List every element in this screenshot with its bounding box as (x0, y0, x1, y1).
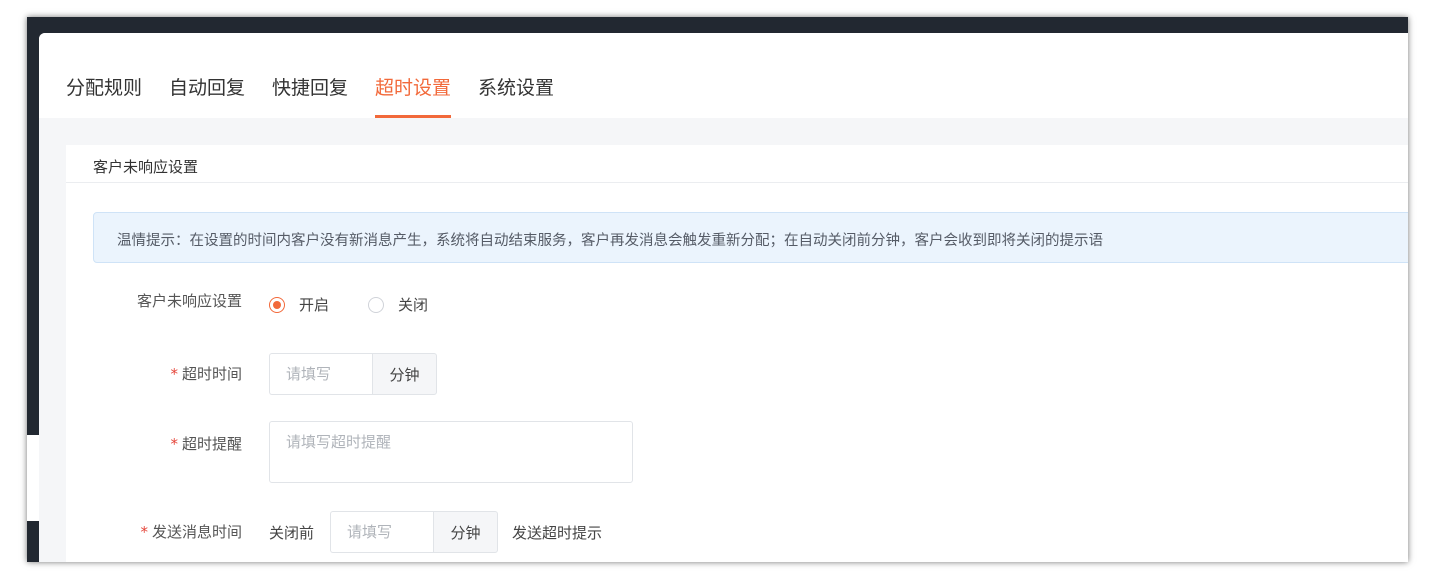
radio-on-label: 开启 (299, 296, 330, 314)
tab-auto-reply[interactable]: 自动回复 (169, 73, 245, 100)
radio-off-button[interactable] (368, 296, 384, 313)
required-mark: * (170, 365, 178, 383)
send-time-label: * 发送消息时间 (140, 521, 242, 542)
radio-option-on[interactable]: 开启 (269, 294, 329, 315)
tab-quick-reply[interactable]: 快捷回复 (272, 73, 348, 100)
send-time-prefix: 关闭前 (269, 524, 315, 542)
frame-gap (27, 435, 39, 521)
send-time-input[interactable] (330, 511, 433, 553)
radio-off-label: 关闭 (398, 296, 429, 314)
active-tab-indicator (375, 115, 451, 118)
tab-system-settings[interactable]: 系统设置 (478, 73, 554, 100)
timeout-reminder-textarea[interactable] (269, 421, 633, 483)
required-mark: * (170, 435, 178, 453)
timeout-reminder-label-text: 超时提醒 (181, 435, 242, 453)
timeout-unit-addon: 分钟 (372, 353, 437, 395)
timeout-label-text: 超时时间 (181, 365, 242, 383)
app-window-frame: 分配规则 自动回复 快捷回复 超时设置 系统设置 客户未响应设置 温情提示：在设… (27, 17, 1408, 562)
tab-bar: 分配规则 自动回复 快捷回复 超时设置 系统设置 (39, 33, 1408, 118)
panel-title: 客户未响应设置 (93, 158, 199, 176)
send-time-label-text: 发送消息时间 (151, 523, 242, 541)
radio-option-off[interactable]: 关闭 (368, 294, 428, 315)
panel-header: 客户未响应设置 (66, 145, 1408, 183)
timeout-input-group: 分钟 (269, 353, 437, 395)
settings-card: 分配规则 自动回复 快捷回复 超时设置 系统设置 客户未响应设置 温情提示：在设… (39, 33, 1408, 562)
tab-assignment-rules[interactable]: 分配规则 (66, 73, 142, 100)
response-setting-label: 客户未响应设置 (136, 292, 242, 310)
tab-timeout-settings[interactable]: 超时设置 (375, 73, 451, 100)
radio-on-button[interactable] (269, 296, 285, 313)
required-mark: * (140, 523, 148, 541)
timeout-reminder-label: * 超时提醒 (170, 433, 242, 454)
timeout-input[interactable] (269, 353, 372, 395)
customer-no-response-panel: 客户未响应设置 温情提示：在设置的时间内客户没有新消息产生，系统将自动结束服务，… (66, 145, 1408, 562)
tip-banner: 温情提示：在设置的时间内客户没有新消息产生，系统将自动结束服务，客户再发消息会触… (93, 212, 1408, 263)
send-time-input-group: 分钟 (330, 511, 498, 553)
send-time-suffix: 发送超时提示 (512, 524, 603, 542)
timeout-label: * 超时时间 (170, 363, 242, 384)
send-time-unit-addon: 分钟 (433, 511, 498, 553)
tip-text: 温情提示：在设置的时间内客户没有新消息产生，系统将自动结束服务，客户再发消息会触… (117, 233, 1103, 249)
